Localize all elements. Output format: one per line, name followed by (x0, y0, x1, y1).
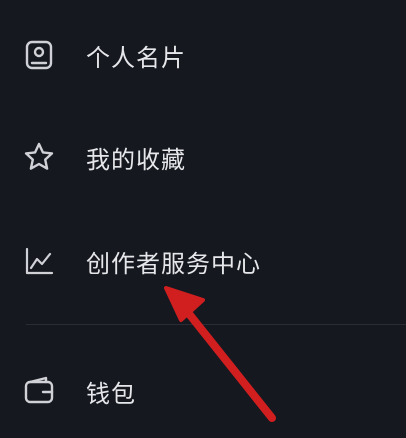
menu-item-label: 创作者服务中心 (86, 249, 261, 278)
menu-divider (26, 324, 406, 325)
line-chart-icon (22, 244, 56, 278)
menu-item-wallet[interactable]: 钱包 (0, 361, 406, 421)
menu-item-favorites[interactable]: 我的收藏 (0, 127, 406, 187)
wallet-icon (22, 374, 56, 408)
menu-item-label: 个人名片 (86, 43, 186, 72)
menu-item-creator-service-center[interactable]: 创作者服务中心 (0, 231, 406, 291)
id-card-icon (22, 38, 56, 72)
menu-item-label: 钱包 (86, 379, 136, 408)
star-icon (22, 140, 56, 174)
menu-item-label: 我的收藏 (86, 145, 186, 174)
menu-item-business-card[interactable]: 个人名片 (0, 25, 406, 85)
